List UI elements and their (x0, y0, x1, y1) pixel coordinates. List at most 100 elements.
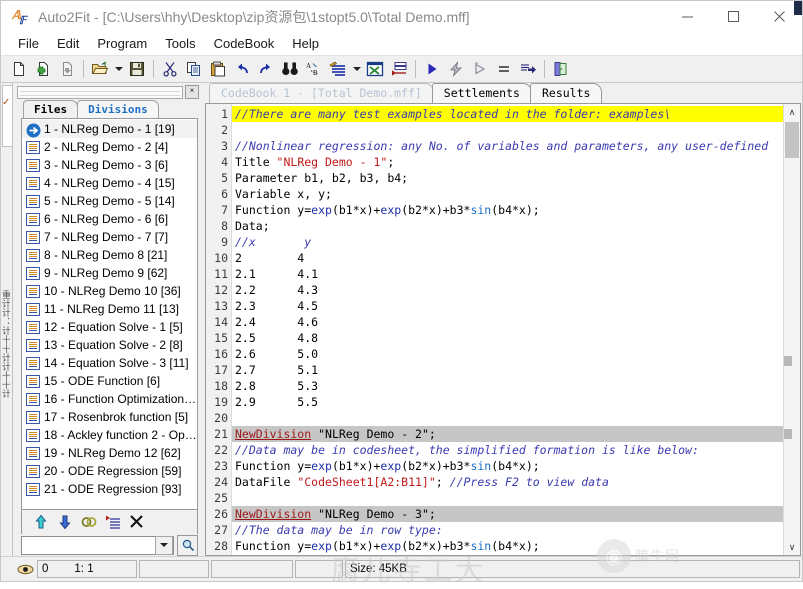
exit-door-icon[interactable] (549, 57, 573, 81)
tree-item[interactable]: 3 - NLReg Demo - 3 [6] (22, 156, 197, 174)
code-line[interactable]: 2.2 4.3 (232, 282, 783, 298)
menu-tools[interactable]: Tools (156, 34, 204, 53)
move-up-icon[interactable] (30, 512, 52, 532)
tree-item[interactable]: 9 - NLReg Demo 9 [62] (22, 264, 197, 282)
run-icon[interactable] (420, 57, 444, 81)
tree-item[interactable]: 11 - NLReg Demo 11 [13] (22, 300, 197, 318)
code-line[interactable]: Function y=exp(b1*x)+exp(b2*x)+b3*sin(b4… (232, 538, 783, 554)
minimize-button[interactable] (664, 1, 710, 32)
divisions-tree[interactable]: 1 - NLReg Demo - 1 [19] 2 - NLReg Demo - … (21, 118, 198, 510)
open-dropdown-arrow[interactable] (112, 57, 125, 81)
tab-settlements[interactable]: Settlements (431, 83, 532, 103)
tree-item[interactable]: 20 - ODE Regression [59] (22, 462, 197, 480)
tab-divisions[interactable]: Divisions (77, 100, 159, 118)
step-run-icon[interactable] (468, 57, 492, 81)
tree-item[interactable]: 14 - Equation Solve - 3 [11] (22, 354, 197, 372)
code-line[interactable]: //Data may be in codesheet, the simplifi… (232, 442, 783, 458)
code-line[interactable]: Parameter b1, b2, b3, b4; (232, 170, 783, 186)
excel-sheet-icon[interactable] (363, 57, 387, 81)
format-dropdown-arrow[interactable] (350, 57, 363, 81)
code-line[interactable] (232, 490, 783, 506)
code-line[interactable]: 2.7 5.1 (232, 362, 783, 378)
menu-program[interactable]: Program (88, 34, 156, 53)
chevron-down-icon[interactable] (155, 535, 173, 555)
move-down-icon[interactable] (54, 512, 76, 532)
code-line[interactable]: 2.9 5.5 (232, 394, 783, 410)
spellcheck-icon[interactable]: AB (302, 57, 326, 81)
open-folder-icon[interactable] (88, 57, 112, 81)
code-line[interactable]: Title "NLReg Demo - 1"; (232, 154, 783, 170)
menu-file[interactable]: File (9, 34, 48, 53)
tree-item[interactable]: 18 - Ackley function 2 - Optimiz... (22, 426, 197, 444)
code-line[interactable]: //x y (232, 234, 783, 250)
insert-table-icon[interactable] (387, 57, 411, 81)
undo-icon[interactable] (230, 57, 254, 81)
cut-icon[interactable] (158, 57, 182, 81)
code-line[interactable]: 2.5 4.8 (232, 330, 783, 346)
collapsed-side-strip[interactable]: ✓ 重计计：计十十计计十十计 (1, 83, 13, 556)
tree-item[interactable]: 17 - Rosenbrok function [5] (22, 408, 197, 426)
save-icon[interactable] (125, 57, 149, 81)
scroll-down-button[interactable]: ∨ (784, 539, 800, 555)
code-line[interactable] (232, 122, 783, 138)
search-magnifier-icon[interactable] (177, 534, 198, 556)
preview-eye-icon[interactable] (15, 560, 35, 578)
paste-icon[interactable] (206, 57, 230, 81)
tree-item[interactable]: 7 - NLReg Demo - 7 [7] (22, 228, 197, 246)
tree-item[interactable]: 8 - NLReg Demo 8 [21] (22, 246, 197, 264)
tab-results[interactable]: Results (529, 83, 603, 103)
scrollbar-thumb[interactable] (785, 122, 799, 158)
tree-item[interactable]: 21 - ODE Regression [93] (22, 480, 197, 498)
panel-close-button[interactable]: × (185, 85, 199, 99)
format-text-icon[interactable] (326, 57, 350, 81)
code-text-area[interactable]: //There are many test examples located i… (232, 104, 783, 555)
editor-vertical-scrollbar[interactable]: ∧ ∨ (783, 104, 800, 555)
menu-help[interactable]: Help (283, 34, 328, 53)
code-line[interactable]: DataFile "CodeSheet1[A2:B11]"; //Press F… (232, 474, 783, 490)
code-line[interactable]: Function y=exp(b1*x)+exp(b2*x)+b3*sin(b4… (232, 202, 783, 218)
code-line[interactable]: //The data may be in row type: (232, 522, 783, 538)
tree-item[interactable]: 2 - NLReg Demo - 2 [4] (22, 138, 197, 156)
search-combo[interactable] (21, 535, 174, 555)
code-line[interactable]: NewDivision "NLReg Demo - 2"; (232, 426, 783, 442)
tree-item[interactable]: 13 - Equation Solve - 2 [8] (22, 336, 197, 354)
tree-item[interactable]: 5 - NLReg Demo - 5 [14] (22, 192, 197, 210)
scrollbar-track[interactable] (784, 158, 800, 539)
maximize-button[interactable] (710, 1, 756, 32)
tree-item[interactable]: 4 - NLReg Demo - 4 [15] (22, 174, 197, 192)
code-line[interactable]: Variable x, y; (232, 186, 783, 202)
code-line[interactable]: 2.6 5.0 (232, 346, 783, 362)
code-line[interactable] (232, 410, 783, 426)
add-file-icon[interactable] (31, 57, 55, 81)
tree-item[interactable]: 12 - Equation Solve - 1 [5] (22, 318, 197, 336)
new-file-icon[interactable] (7, 57, 31, 81)
tree-item[interactable]: 6 - NLReg Demo - 6 [6] (22, 210, 197, 228)
code-line[interactable]: 2.4 4.6 (232, 314, 783, 330)
insert-division-icon[interactable] (102, 512, 124, 532)
menu-edit[interactable]: Edit (48, 34, 88, 53)
panel-drag-grip[interactable] (17, 85, 183, 99)
delete-division-icon[interactable] (126, 512, 148, 532)
find-binoculars-icon[interactable] (278, 57, 302, 81)
menu-codebook[interactable]: CodeBook (205, 34, 284, 53)
scroll-up-button[interactable]: ∧ (784, 104, 800, 120)
equals-icon[interactable] (492, 57, 516, 81)
code-line[interactable]: NewDivision "NLReg Demo - 3"; (232, 506, 783, 522)
tab-codebook[interactable]: CodeBook 1 - [Total Demo.mff] (209, 83, 434, 103)
code-line[interactable]: 2.3 4.5 (232, 298, 783, 314)
redo-icon[interactable] (254, 57, 278, 81)
tree-item[interactable]: 1 - NLReg Demo - 1 [19] (22, 120, 197, 138)
tree-item[interactable]: 15 - ODE Function [6] (22, 372, 197, 390)
tree-item[interactable]: 16 - Function Optimization - 1 [8] (22, 390, 197, 408)
save-as-file-icon[interactable] (55, 57, 79, 81)
tab-files[interactable]: Files (23, 100, 79, 118)
copy-icon[interactable] (182, 57, 206, 81)
tree-item[interactable]: 10 - NLReg Demo 10 [36] (22, 282, 197, 300)
code-line[interactable]: Data; (232, 218, 783, 234)
code-line[interactable]: //There are many test examples located i… (232, 106, 783, 122)
code-line[interactable]: 2.8 5.3 (232, 378, 783, 394)
refresh-icon[interactable] (78, 512, 100, 532)
code-line[interactable]: 2.1 4.1 (232, 266, 783, 282)
code-line[interactable]: //Nonlinear regression: any No. of varia… (232, 138, 783, 154)
code-line[interactable]: 2 4 (232, 250, 783, 266)
